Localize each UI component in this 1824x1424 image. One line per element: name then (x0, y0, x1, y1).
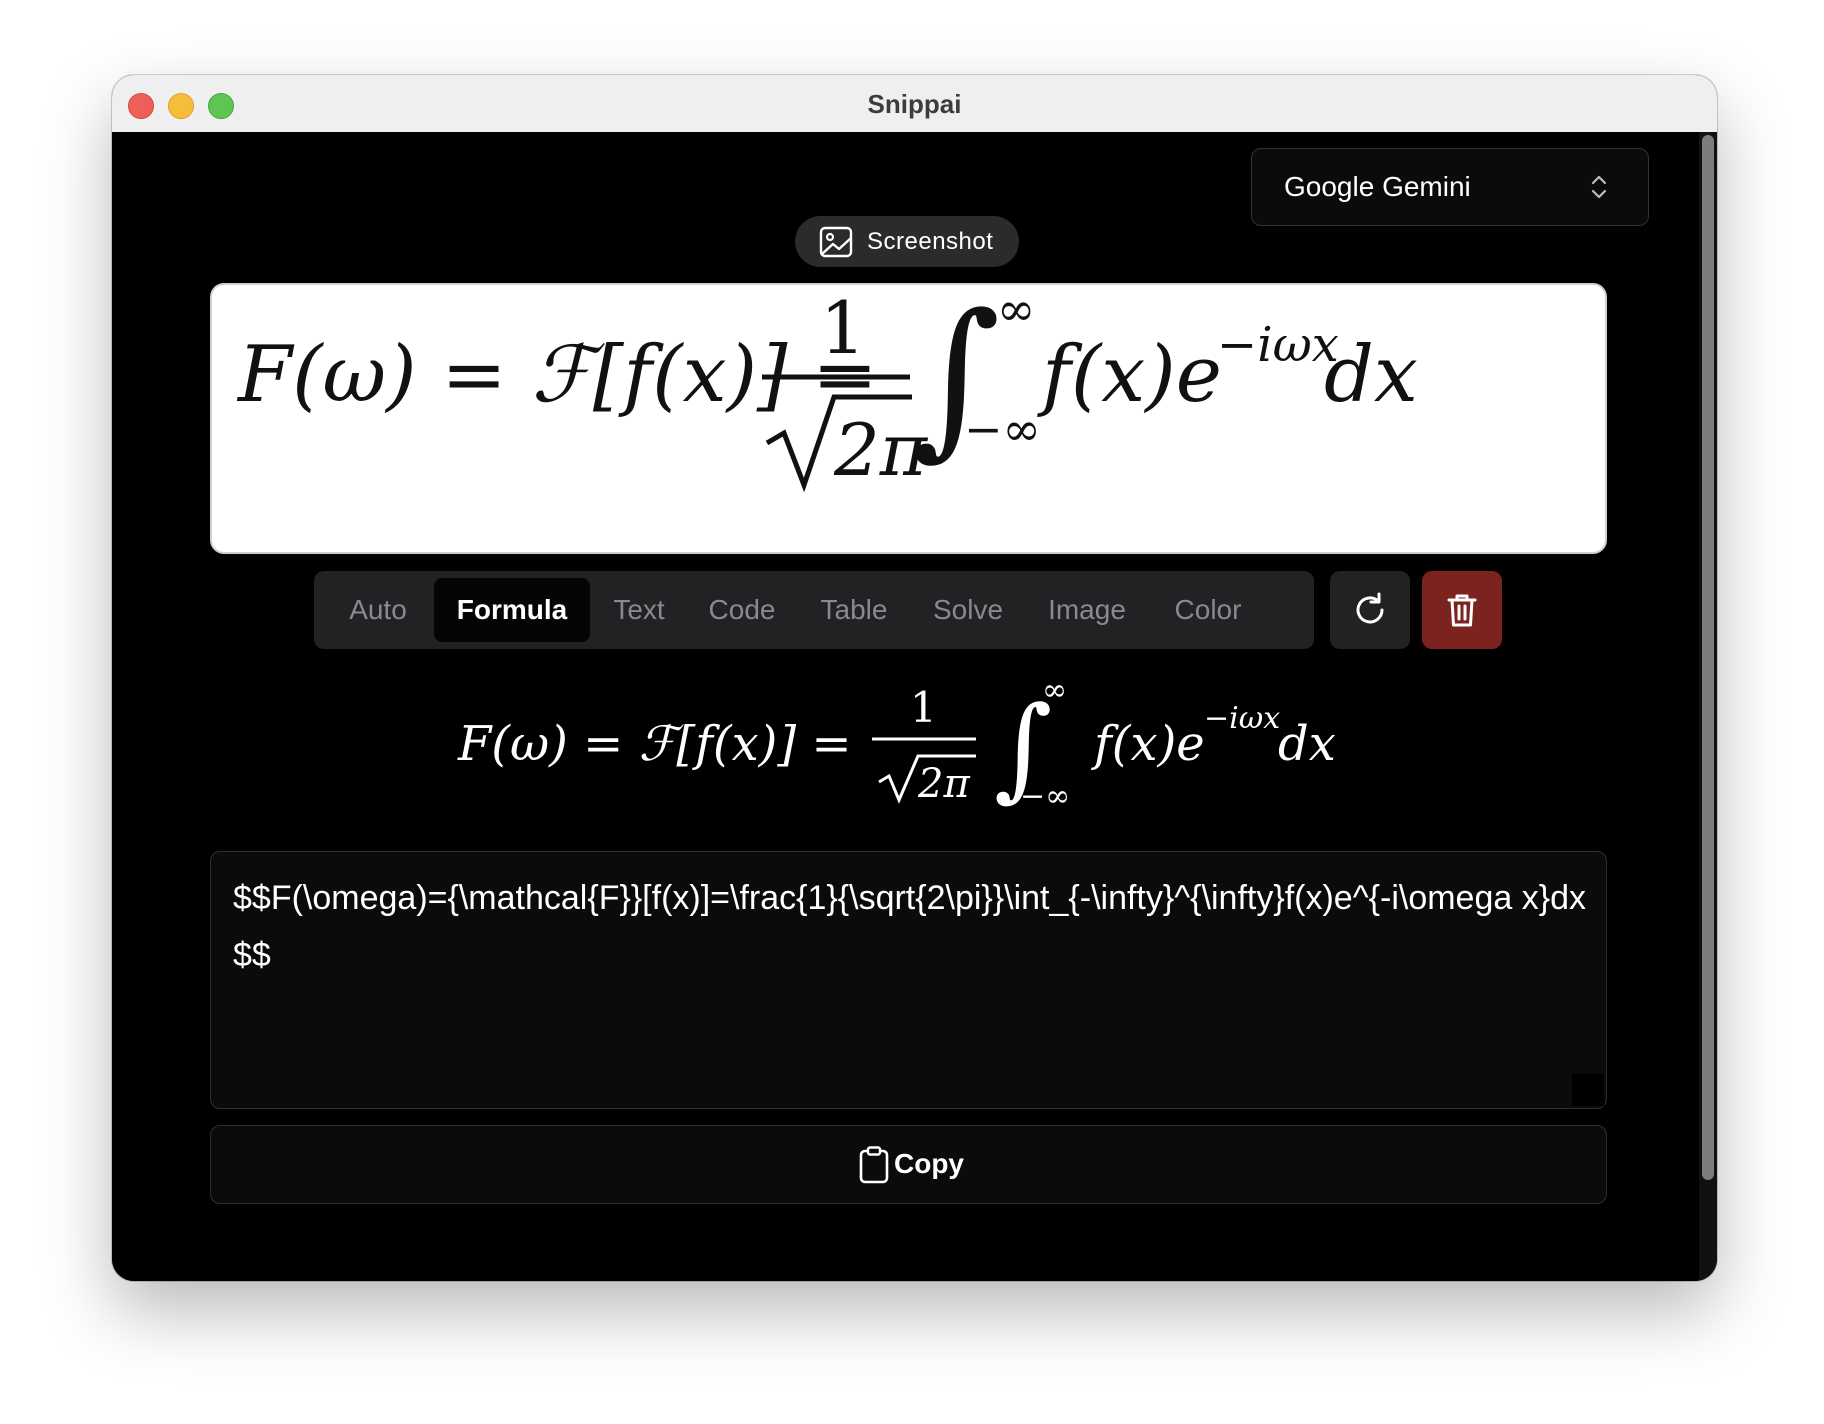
preview-numerator: 1 (820, 286, 866, 370)
scrollbar-thumb[interactable] (1702, 135, 1714, 1180)
rendered-exponent: −iωx (1204, 701, 1280, 736)
latex-output-textarea[interactable]: $$F(\omega)={\mathcal{F}}[f(x)]=\frac{1}… (210, 851, 1607, 1109)
refresh-icon (1356, 592, 1384, 624)
rendered-lhs: F(ω) = ℱ[f(x)] = (457, 716, 852, 772)
tab-text[interactable]: Text (592, 578, 686, 642)
rendered-denominator: 2π (917, 761, 970, 807)
scrollbar[interactable] (1699, 132, 1717, 1281)
refresh-button[interactable] (1330, 571, 1410, 649)
preview-lower-limit: −∞ (964, 402, 1041, 456)
preview-differential: dx (1324, 330, 1418, 420)
rendered-upper-limit: ∞ (1042, 673, 1067, 708)
tab-color[interactable]: Color (1152, 578, 1264, 642)
title-bar: Snippai (112, 75, 1717, 133)
tab-code[interactable]: Code (690, 578, 794, 642)
rendered-integrand: f(x)e (1091, 716, 1205, 772)
copy-button[interactable]: Copy (210, 1125, 1607, 1204)
tab-auto[interactable]: Auto (328, 578, 428, 642)
window-title: Snippai (867, 89, 962, 119)
preview-upper-limit: ∞ (997, 285, 1035, 336)
preview-integrand: f(x)e (1037, 330, 1222, 420)
model-select[interactable]: Google Gemini (1251, 148, 1649, 226)
app-window: Snippai Google Gemini Screenshot F(ω) = … (112, 75, 1717, 1281)
copy-label: Copy (894, 1148, 964, 1179)
output-mode-tabs: Auto Formula Text Code Table Solve Image… (314, 571, 1314, 649)
rendered-numerator: 1 (910, 683, 937, 732)
captured-formula-image: F(ω) = ℱ[f(x)] = 1 2π ∫ ∞ −∞ f(x)e −iωx … (236, 285, 1418, 493)
tab-formula[interactable]: Formula (434, 578, 590, 642)
delete-button[interactable] (1422, 571, 1502, 649)
trash-icon (1447, 594, 1477, 627)
main-content: Google Gemini Screenshot F(ω) = ℱ[f(x)] … (112, 132, 1717, 1281)
image-icon (819, 226, 853, 263)
model-select-value: Google Gemini (1284, 171, 1471, 202)
resize-handle[interactable] (1572, 1074, 1604, 1106)
rendered-formula: F(ω) = ℱ[f(x)] = 1 2π ∫ ∞ −∞ f(x)e −iωx … (112, 670, 1699, 820)
clipboard-icon (859, 1146, 889, 1189)
rendered-lower-limit: −∞ (1020, 779, 1070, 814)
screenshot-button[interactable]: Screenshot (795, 216, 1019, 267)
chevron-up-down-icon (1590, 173, 1608, 206)
preview-exponent: −iωx (1217, 317, 1339, 373)
rendered-differential: dx (1278, 716, 1336, 772)
latex-output-text: $$F(\omega)={\mathcal{F}}[f(x)]=\frac{1}… (233, 879, 1586, 974)
tab-table[interactable]: Table (800, 578, 908, 642)
tab-solve[interactable]: Solve (916, 578, 1020, 642)
tab-image[interactable]: Image (1028, 578, 1146, 642)
screenshot-label: Screenshot (867, 228, 994, 255)
screenshot-preview: F(ω) = ℱ[f(x)] = 1 2π ∫ ∞ −∞ f(x)e −iωx … (210, 283, 1607, 554)
